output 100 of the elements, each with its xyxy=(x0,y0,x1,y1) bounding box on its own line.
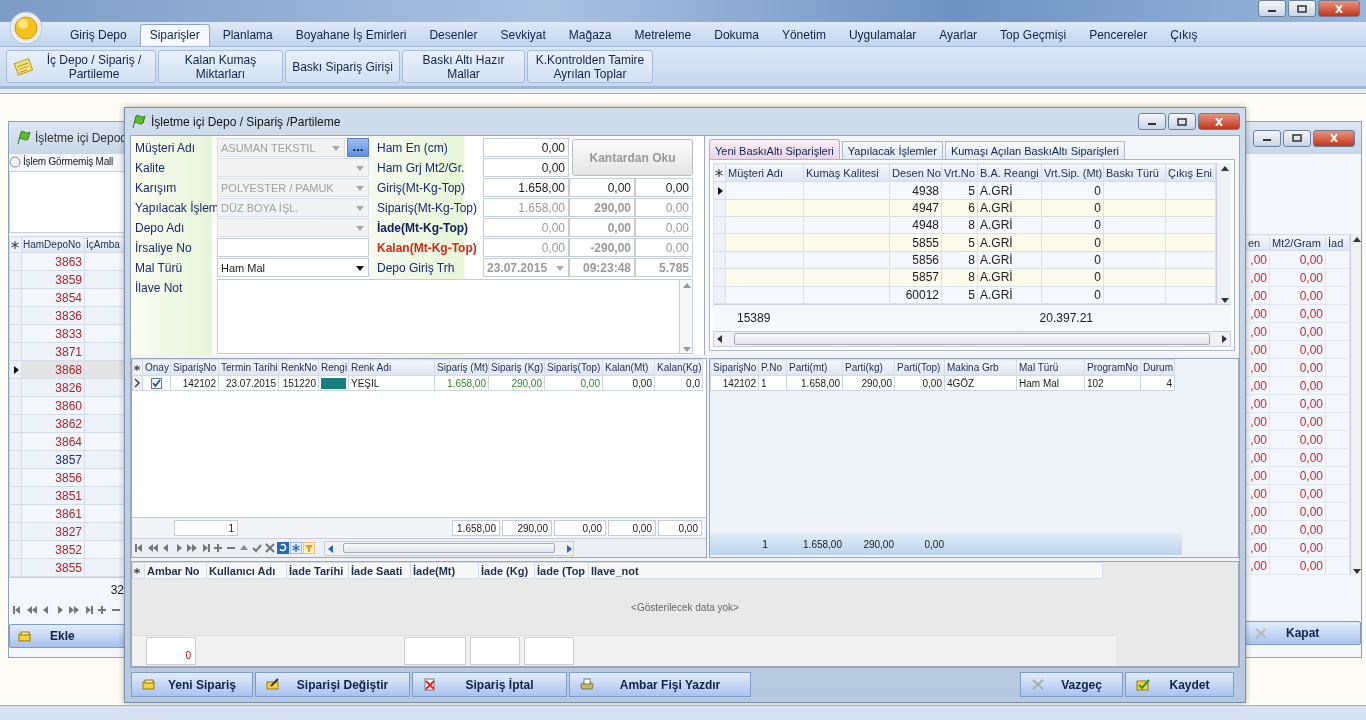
column-header[interactable]: Parti(Top) xyxy=(894,359,945,376)
column-header[interactable]: İade Tarihi xyxy=(286,562,349,579)
menu-tab[interactable]: Metreleme xyxy=(624,24,702,46)
menu-tab[interactable]: Ayarlar xyxy=(929,24,988,46)
ribbon-button[interactable]: İç Depo / Sipariş / Partileme xyxy=(6,50,156,83)
column-header[interactable]: Kullanıcı Adı xyxy=(206,562,287,579)
column-header[interactable]: Ambar No xyxy=(144,562,207,579)
save-button[interactable]: Kaydet xyxy=(1125,672,1234,697)
menu-tab[interactable]: Giriş Depo xyxy=(60,24,137,46)
menu-tab[interactable]: Dokuma xyxy=(704,24,769,46)
column-header[interactable]: HamDepoNo xyxy=(21,236,85,253)
column-header[interactable]: Renk Adı xyxy=(348,359,435,376)
menu-tab[interactable]: Boyahane İş Emirleri xyxy=(285,24,417,46)
column-header[interactable]: İade(Mt) xyxy=(410,562,479,579)
tab[interactable]: Yeni BaskıAltı Siparişleri xyxy=(709,139,840,160)
column-header[interactable]: İçAmba xyxy=(84,236,127,253)
cancel-button[interactable]: Vazgeç xyxy=(1020,672,1123,697)
menu-tab[interactable]: Planlama xyxy=(212,24,283,46)
close-window-button[interactable]: Kapat xyxy=(1245,621,1361,645)
menu-tab[interactable]: Yönetim xyxy=(771,24,836,46)
column-header[interactable]: Çıkış Eni xyxy=(1165,163,1216,182)
column-header[interactable]: Termin Tarihi xyxy=(218,359,279,376)
ribbon-button[interactable]: Baskı Sipariş Girişi xyxy=(285,50,400,83)
row-header[interactable] xyxy=(132,375,143,391)
previous-page-icon[interactable] xyxy=(26,604,38,616)
input-field[interactable] xyxy=(217,238,369,257)
number-field[interactable]: 0,00 xyxy=(483,158,569,177)
column-header[interactable]: Müşteri Adı xyxy=(725,163,804,182)
column-header[interactable]: İade (Top xyxy=(534,562,589,579)
edit-order-button[interactable]: Siparişi Değiştir xyxy=(255,672,410,697)
checkbox[interactable] xyxy=(151,377,162,389)
number-field[interactable]: 0,00 xyxy=(483,138,569,157)
column-header[interactable]: B.A. Reangi xyxy=(977,163,1042,182)
maximize-button[interactable] xyxy=(1168,113,1196,130)
vertical-scrollbar[interactable] xyxy=(1350,234,1361,575)
column-header[interactable]: P.No xyxy=(758,359,787,376)
column-header[interactable]: Kalan(Mt) xyxy=(602,359,655,376)
previous-page-icon[interactable] xyxy=(147,542,159,554)
menu-tab[interactable]: Çıkış xyxy=(1160,24,1208,46)
column-header[interactable]: en xyxy=(1245,234,1270,251)
menu-tab[interactable]: Top Geçmişi xyxy=(990,24,1077,46)
next-page-icon[interactable] xyxy=(186,542,198,554)
menu-tab[interactable]: Pencereler xyxy=(1079,24,1158,46)
dropdown-field[interactable]: Ham Mal xyxy=(217,258,369,277)
column-header[interactable]: Mt2/Gram xyxy=(1269,234,1326,251)
column-header[interactable]: RenkNo xyxy=(278,359,319,376)
ribbon-button[interactable]: K.Kontrolden Tamire Ayrılan Toplar xyxy=(527,50,653,83)
column-header[interactable]: Sipariş (Mt) xyxy=(434,359,489,376)
column-header[interactable]: Vrt.Sip. (Mt) xyxy=(1041,163,1104,182)
column-header[interactable]: Rengi xyxy=(318,359,349,376)
number-field[interactable]: 0,00 xyxy=(569,178,635,197)
column-header[interactable]: Durum xyxy=(1140,359,1175,376)
next-page-icon[interactable] xyxy=(68,604,80,616)
horizontal-scrollbar[interactable] xyxy=(713,331,1231,347)
column-header[interactable]: Sipariş(Top) xyxy=(544,359,603,376)
check-icon[interactable] xyxy=(251,542,263,554)
close-button[interactable] xyxy=(1318,0,1360,17)
menu-tab[interactable]: Sevkiyat xyxy=(490,24,556,46)
column-header[interactable]: SiparişNo xyxy=(170,359,219,376)
column-header[interactable]: Baskı Türü xyxy=(1103,163,1166,182)
ribbon-button[interactable]: Kalan Kumaş Miktarları xyxy=(158,50,283,83)
minimize-button[interactable] xyxy=(1253,129,1281,147)
menu-tab[interactable]: Uygulamalar xyxy=(838,24,927,46)
column-header[interactable]: Mal Türü xyxy=(1016,359,1085,376)
column-header[interactable]: İade (Kg) xyxy=(478,562,535,579)
column-header[interactable]: Kalan(Kg) xyxy=(654,359,703,376)
column-header[interactable]: Makina Grb xyxy=(944,359,1017,376)
cross-icon[interactable] xyxy=(264,542,276,554)
asterisk-icon[interactable] xyxy=(290,542,302,554)
column-header[interactable]: İad xyxy=(1325,234,1350,251)
horizontal-scrollbar[interactable] xyxy=(324,540,574,556)
column-header[interactable]: Vrt.No xyxy=(941,163,978,182)
radio-button[interactable]: İşlem Görmemiş Mall xyxy=(9,154,121,169)
add-button[interactable]: Ekle xyxy=(9,624,126,648)
close-button[interactable] xyxy=(1198,113,1240,130)
column-header[interactable]: Desen No xyxy=(889,163,942,182)
ribbon-button[interactable]: Baskı Altı Hazır Mallar xyxy=(402,50,525,83)
column-header[interactable]: Sipariş (Kg) xyxy=(488,359,545,376)
maximize-button[interactable] xyxy=(1283,129,1311,147)
menu-tab[interactable]: Siparişler xyxy=(139,24,210,46)
minimize-button[interactable] xyxy=(1258,0,1286,17)
number-field[interactable]: 1.658,00 xyxy=(483,178,569,197)
column-header[interactable]: Ilave_not xyxy=(588,562,1103,579)
menu-tab[interactable]: Mağaza xyxy=(558,24,622,46)
menu-tab[interactable]: Desenler xyxy=(419,24,488,46)
filter-icon[interactable] xyxy=(303,542,315,554)
column-header[interactable]: Kumaş Kalitesi xyxy=(803,163,890,182)
column-header[interactable]: SiparişNo xyxy=(710,359,759,376)
number-field[interactable]: 0,00 xyxy=(635,178,693,197)
refresh-icon[interactable] xyxy=(277,542,289,554)
new-order-button[interactable]: Yeni Sipariş xyxy=(131,672,253,697)
plus-icon[interactable] xyxy=(96,604,108,616)
maximize-button[interactable] xyxy=(1288,0,1316,17)
close-button[interactable] xyxy=(1313,129,1355,147)
plus-icon[interactable] xyxy=(212,542,224,554)
column-header[interactable]: Onay xyxy=(142,359,171,376)
browse-button[interactable]: ... xyxy=(347,138,369,157)
column-header[interactable]: Parti(kg) xyxy=(842,359,895,376)
minimize-button[interactable] xyxy=(1138,113,1166,130)
vertical-scrollbar[interactable] xyxy=(1216,163,1231,304)
